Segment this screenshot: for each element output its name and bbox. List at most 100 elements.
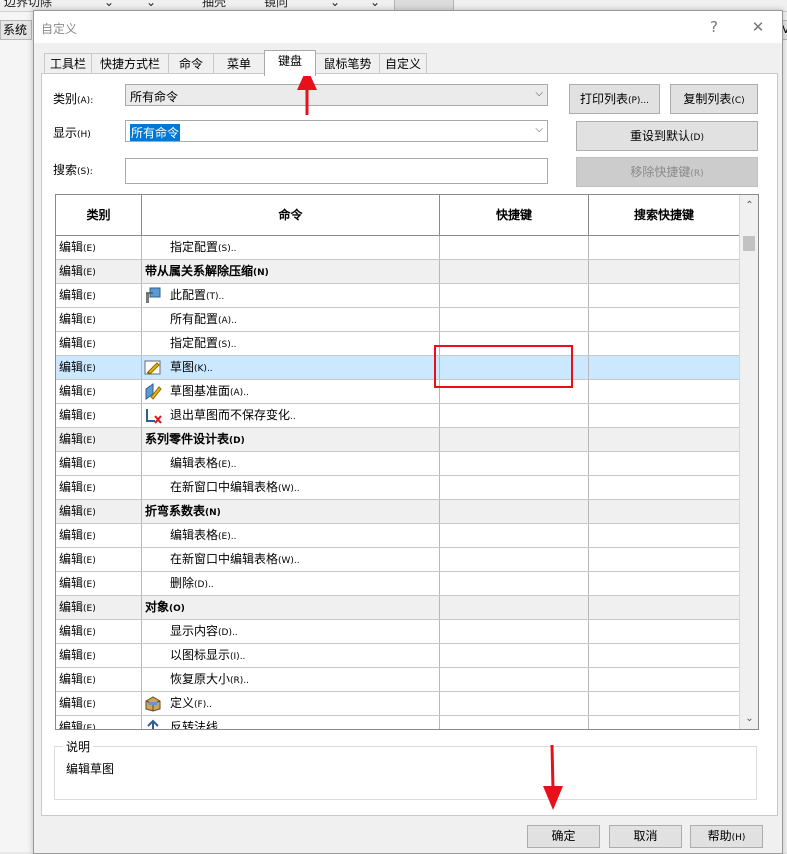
cell-search-shortcut	[589, 620, 739, 643]
table-row[interactable]: 编辑(E) 指定配置(S)..	[56, 332, 739, 356]
table-row[interactable]: 编辑(E) 编辑表格(E)..	[56, 524, 739, 548]
table-row[interactable]: 编辑(E) 恢复原大小(R)..	[56, 668, 739, 692]
cell-shortcut[interactable]	[440, 308, 589, 331]
cell-shortcut[interactable]	[440, 284, 589, 307]
table-row[interactable]: 编辑(E) 以图标显示(I)..	[56, 644, 739, 668]
header-command[interactable]: 命令	[142, 195, 440, 235]
cell-shortcut[interactable]	[440, 236, 589, 259]
bg-toolbar-item[interactable]: 镜向	[264, 0, 288, 10]
sketch-icon	[144, 359, 162, 376]
cell-category: 编辑(E)	[56, 548, 142, 571]
chevron-down-icon[interactable]: ⌄	[370, 0, 380, 10]
cell-shortcut[interactable]	[440, 716, 589, 729]
tab-mouse-gestures[interactable]: 鼠标笔势	[315, 53, 380, 74]
dialog-titlebar[interactable]: 自定义 ? ✕	[34, 11, 782, 43]
cancel-button[interactable]: 取消	[609, 825, 682, 848]
table-row[interactable]: 编辑(E) 退出草图而不保存变化..	[56, 404, 739, 428]
category-dropdown[interactable]: 所有命令 ⌵	[125, 84, 548, 106]
scroll-down-icon[interactable]: ⌄	[740, 710, 758, 727]
scroll-thumb[interactable]	[743, 236, 755, 251]
table-row[interactable]: 编辑(E) 反转法线	[56, 716, 739, 729]
table-row[interactable]: 编辑(E) 对象(O)	[56, 596, 739, 620]
cell-command: 删除(D)..	[142, 572, 440, 595]
tab-customize[interactable]: 自定义	[379, 53, 427, 74]
cell-shortcut[interactable]	[440, 572, 589, 595]
cell-shortcut[interactable]	[440, 692, 589, 715]
cell-shortcut[interactable]	[440, 356, 589, 379]
bg-toolbar-item[interactable]: 抽壳	[202, 0, 226, 10]
chevron-down-icon[interactable]: ⌄	[330, 0, 340, 10]
table-row[interactable]: 编辑(E) 带从属关系解除压缩(N)	[56, 260, 739, 284]
cell-shortcut[interactable]	[440, 524, 589, 547]
table-row[interactable]: 编辑(E) 在新窗口中编辑表格(W)..	[56, 548, 739, 572]
cell-shortcut[interactable]	[440, 428, 589, 451]
command-text: 在新窗口中编辑表格(W)..	[170, 552, 300, 566]
table-row[interactable]: 编辑(E) 显示内容(D)..	[56, 620, 739, 644]
cell-search-shortcut	[589, 572, 739, 595]
cell-category: 编辑(E)	[56, 260, 142, 283]
tab-shortcut-bar[interactable]: 快捷方式栏	[91, 53, 169, 74]
cell-shortcut[interactable]	[440, 620, 589, 643]
table-row[interactable]: 编辑(E) 草图基准面(A)..	[56, 380, 739, 404]
tab-menus[interactable]: 菜单	[213, 53, 265, 74]
cell-shortcut[interactable]	[440, 260, 589, 283]
cell-shortcut[interactable]	[440, 668, 589, 691]
table-row[interactable]: 编辑(E) 指定配置(S)..	[56, 236, 739, 260]
table-row[interactable]: 编辑(E) 编辑表格(E)..	[56, 452, 739, 476]
header-category[interactable]: 类别	[56, 195, 142, 235]
table-row[interactable]: 编辑(E) 草图(K)..	[56, 356, 739, 380]
remove-shortcut-button[interactable]: 移除快捷键(R)	[576, 157, 758, 187]
help-button[interactable]: 帮助(H)	[690, 825, 763, 848]
category-text: 编辑	[59, 672, 84, 686]
reset-to-default-button[interactable]: 重设到默认(D)	[576, 121, 758, 151]
exit-sketch-icon	[144, 407, 162, 424]
header-search-shortcut[interactable]: 搜索快捷键	[589, 195, 739, 235]
close-icon[interactable]: ✕	[747, 17, 769, 37]
scroll-up-icon[interactable]: ⌃	[740, 197, 758, 214]
chevron-down-icon[interactable]: ⌄	[146, 0, 156, 10]
chevron-down-icon[interactable]: ⌄	[104, 0, 114, 10]
cell-shortcut[interactable]	[440, 332, 589, 355]
cell-category: 编辑(E)	[56, 476, 142, 499]
cell-shortcut[interactable]	[440, 500, 589, 523]
cell-search-shortcut	[589, 500, 739, 523]
cell-shortcut[interactable]	[440, 644, 589, 667]
command-text: 编辑表格(E)..	[170, 456, 237, 470]
cell-search-shortcut	[589, 332, 739, 355]
table-row[interactable]: 编辑(E) 删除(D)..	[56, 572, 739, 596]
cell-search-shortcut	[589, 284, 739, 307]
table-row[interactable]: 编辑(E) 此配置(T)..	[56, 284, 739, 308]
table-row[interactable]: 编辑(E) 系列零件设计表(D)	[56, 428, 739, 452]
table-row[interactable]: 编辑(E) 定义(F)..	[56, 692, 739, 716]
cell-shortcut[interactable]	[440, 548, 589, 571]
cell-command: 以图标显示(I)..	[142, 644, 440, 667]
help-icon[interactable]: ?	[703, 17, 725, 37]
ok-button[interactable]: 确定	[527, 825, 600, 848]
vertical-scrollbar[interactable]: ⌃ ⌄	[739, 195, 758, 729]
table-row[interactable]: 编辑(E) 折弯系数表(N)	[56, 500, 739, 524]
bg-left-tab[interactable]: 系统	[0, 20, 32, 40]
cell-shortcut[interactable]	[440, 380, 589, 403]
header-shortcut[interactable]: 快捷键	[440, 195, 589, 235]
cell-shortcut[interactable]	[440, 476, 589, 499]
category-key: (E)	[83, 292, 96, 302]
table-row[interactable]: 编辑(E) 所有配置(A)..	[56, 308, 739, 332]
bg-toolbar-item[interactable]: 边界切除	[4, 0, 52, 10]
search-input[interactable]	[125, 158, 548, 184]
tab-toolbars[interactable]: 工具栏	[44, 53, 92, 74]
copy-list-button[interactable]: 复制列表(C)	[670, 84, 758, 114]
category-text: 编辑	[59, 528, 84, 542]
show-dropdown[interactable]: 所有命令 ⌵	[125, 120, 548, 142]
cell-shortcut[interactable]	[440, 452, 589, 475]
tab-commands[interactable]: 命令	[168, 53, 214, 74]
cell-command: 恢复原大小(R)..	[142, 668, 440, 691]
cell-category: 编辑(E)	[56, 596, 142, 619]
category-text: 编辑	[59, 288, 84, 302]
command-text: 草图(K)..	[170, 360, 213, 374]
cell-shortcut[interactable]	[440, 404, 589, 427]
table-row[interactable]: 编辑(E) 在新窗口中编辑表格(W)..	[56, 476, 739, 500]
tab-keyboard[interactable]: 键盘	[264, 50, 316, 76]
cell-shortcut[interactable]	[440, 596, 589, 619]
print-list-button[interactable]: 打印列表(P)...	[569, 84, 660, 114]
category-value: 所有命令	[130, 90, 179, 104]
